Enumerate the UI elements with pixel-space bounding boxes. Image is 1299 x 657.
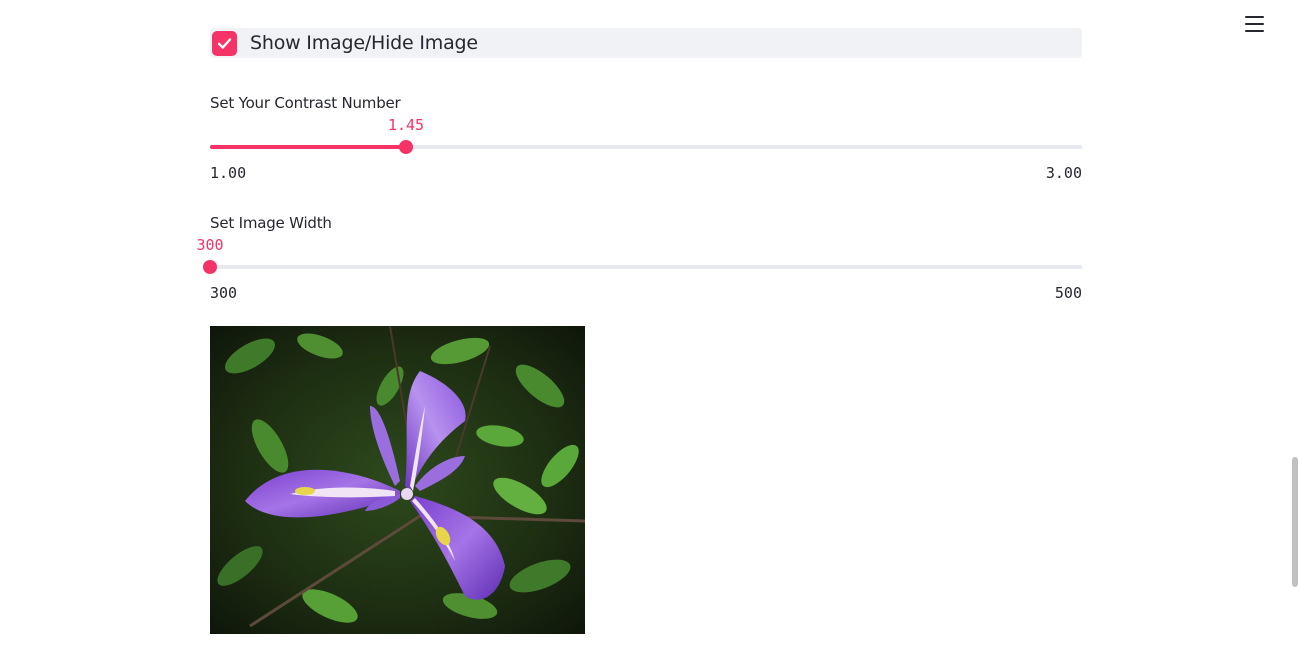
show-image-checkbox[interactable] xyxy=(212,30,237,56)
app-root: Show Image/Hide Image Set Your Contrast … xyxy=(0,0,1299,657)
contrast-slider-fill xyxy=(210,145,406,149)
image-width-slider-min: 300 xyxy=(210,284,238,302)
contrast-slider-track[interactable] xyxy=(210,140,1082,154)
show-image-checkbox-row[interactable]: Show Image/Hide Image xyxy=(210,28,1082,58)
show-image-checkbox-label: Show Image/Hide Image xyxy=(250,32,478,54)
contrast-slider-max: 3.00 xyxy=(1045,164,1082,182)
iris-flower-image xyxy=(210,326,585,634)
image-width-slider-label: Set Image Width xyxy=(210,214,332,232)
image-width-slider-thumb[interactable] xyxy=(203,260,217,274)
page-scrollbar[interactable] xyxy=(1292,457,1298,587)
contrast-slider-thumb[interactable] xyxy=(399,140,413,154)
image-width-slider-track[interactable] xyxy=(203,260,1082,274)
hamburger-menu-icon xyxy=(1244,16,1264,32)
main-menu-button[interactable] xyxy=(1240,10,1268,38)
contrast-slider-value: 1.45 xyxy=(387,116,425,134)
contrast-slider-min: 1.00 xyxy=(210,164,247,182)
image-width-slider-max: 500 xyxy=(1054,284,1082,302)
checkmark-icon xyxy=(217,37,232,49)
image-width-slider-value: 300 xyxy=(196,236,224,254)
contrast-slider-label: Set Your Contrast Number xyxy=(210,94,401,112)
